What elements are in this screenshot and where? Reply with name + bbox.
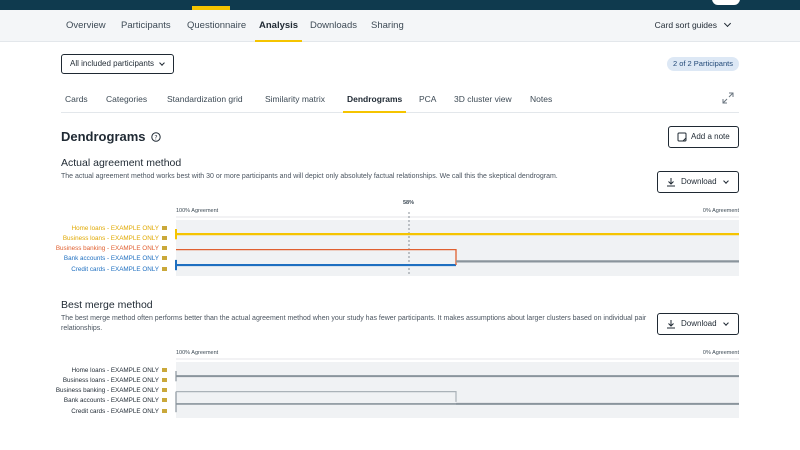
leaf-label: Business banking - EXAMPLE ONLY (56, 387, 167, 394)
chevron-down-icon (723, 178, 729, 184)
chevron-down-icon (723, 320, 729, 326)
dendrogram-best-merge: 100% Agreement 0% Agreement Home loans -… (56, 340, 739, 420)
tab-cards[interactable]: Cards (65, 88, 88, 112)
section-description-best-merge: The best merge method often performs bet… (61, 315, 647, 332)
note-icon (677, 132, 687, 142)
page-title: Dendrograms (61, 129, 146, 144)
tab-notes[interactable]: Notes (530, 88, 552, 112)
main-nav-overview[interactable]: Overview (66, 10, 106, 41)
participants-filter-select[interactable]: All included participants (61, 54, 174, 74)
main-nav-questionnaire[interactable]: Questionnaire (187, 10, 246, 41)
leaf-label: Business loans - EXAMPLE ONLY (63, 235, 167, 242)
main-nav: Overview Participants Questionnaire Anal… (0, 10, 800, 42)
leaf-label-text: Credit cards - EXAMPLE ONLY (71, 407, 159, 415)
leaf-label: Credit cards - EXAMPLE ONLY (71, 266, 167, 273)
leaf-marker-icon (162, 235, 167, 240)
leaf-label-text: Business banking - EXAMPLE ONLY (55, 387, 159, 395)
main-nav-sharing[interactable]: Sharing (371, 10, 404, 41)
help-circle-icon[interactable]: ? (151, 132, 161, 142)
leaf-label: Home loans - EXAMPLE ONLY (72, 225, 167, 232)
main-nav-downloads[interactable]: Downloads (310, 10, 357, 41)
leaf-label: Credit cards - EXAMPLE ONLY (71, 408, 167, 415)
download-icon (667, 178, 675, 187)
svg-text:?: ? (154, 134, 157, 141)
leaf-label-text: Home loans - EXAMPLE ONLY (71, 366, 159, 374)
chart-background (176, 220, 739, 276)
leaf-label-text: Home loans - EXAMPLE ONLY (71, 224, 159, 232)
main-nav-analysis[interactable]: Analysis (254, 10, 303, 42)
tab-similarity-matrix[interactable]: Similarity matrix (265, 88, 325, 112)
leaf-label: Business loans - EXAMPLE ONLY (63, 377, 167, 384)
leaf-marker-icon (162, 266, 167, 271)
leaf-marker-icon (162, 388, 167, 393)
leaf-marker-icon (162, 367, 167, 372)
section-description-actual-agreement: The actual agreement method works best w… (61, 173, 558, 180)
chart-background (176, 362, 739, 418)
card-sort-guides-label: Card sort guides (654, 20, 717, 30)
leaf-label: Business banking - EXAMPLE ONLY (56, 245, 167, 252)
download-label: Download (681, 177, 717, 186)
tab-categories[interactable]: Categories (106, 88, 147, 112)
download-icon (667, 320, 675, 329)
add-note-label: Add a note (691, 132, 730, 141)
leaf-label-text: Business banking - EXAMPLE ONLY (55, 245, 159, 253)
leaf-label-text: Bank accounts - EXAMPLE ONLY (63, 397, 159, 405)
leaf-label-text: Business loans - EXAMPLE ONLY (62, 376, 159, 384)
account-pill[interactable] (712, 0, 740, 5)
leaf-label-text: Business loans - EXAMPLE ONLY (62, 234, 159, 242)
tab-standardization-grid[interactable]: Standardization grid (167, 88, 243, 112)
analysis-sub-nav: Cards Categories Standardization grid Si… (61, 88, 739, 113)
leaf-marker-icon (162, 408, 167, 413)
leaf-label-text: Credit cards - EXAMPLE ONLY (71, 265, 159, 273)
card-sort-guides-dropdown[interactable]: Card sort guides (654, 10, 732, 41)
download-label: Download (681, 319, 717, 328)
section-title-best-merge: Best merge method (61, 299, 153, 311)
chevron-down-icon (159, 60, 165, 66)
main-nav-participants[interactable]: Participants (121, 10, 171, 41)
chevron-down-icon (723, 19, 732, 28)
leaf-marker-icon (162, 246, 167, 251)
tab-3d-cluster-view[interactable]: 3D cluster view (454, 88, 512, 112)
add-note-button[interactable]: Add a note (668, 126, 739, 148)
download-button-best-merge[interactable]: Download (657, 313, 739, 335)
leaf-marker-icon (162, 398, 167, 403)
expand-icon[interactable] (722, 92, 734, 104)
download-button-actual-agreement[interactable]: Download (657, 171, 739, 193)
section-title-actual-agreement: Actual agreement method (61, 157, 182, 169)
leaf-label-text: Bank accounts - EXAMPLE ONLY (63, 255, 159, 263)
top-app-bar (0, 0, 800, 10)
leaf-marker-icon (162, 377, 167, 382)
leaf-label: Bank accounts - EXAMPLE ONLY (64, 397, 167, 404)
tab-dendrograms[interactable]: Dendrograms (342, 88, 407, 113)
dendrogram-actual-agreement: 100% Agreement 0% Agreement 58% Home loa… (56, 198, 739, 278)
leaf-marker-icon (162, 225, 167, 230)
leaf-label: Home loans - EXAMPLE ONLY (72, 367, 167, 374)
leaf-marker-icon (162, 256, 167, 261)
participants-count-badge: 2 of 2 Participants (666, 57, 739, 71)
tab-pca[interactable]: PCA (419, 88, 436, 112)
leaf-label: Bank accounts - EXAMPLE ONLY (64, 255, 167, 262)
participants-filter-value: All included participants (70, 59, 155, 68)
